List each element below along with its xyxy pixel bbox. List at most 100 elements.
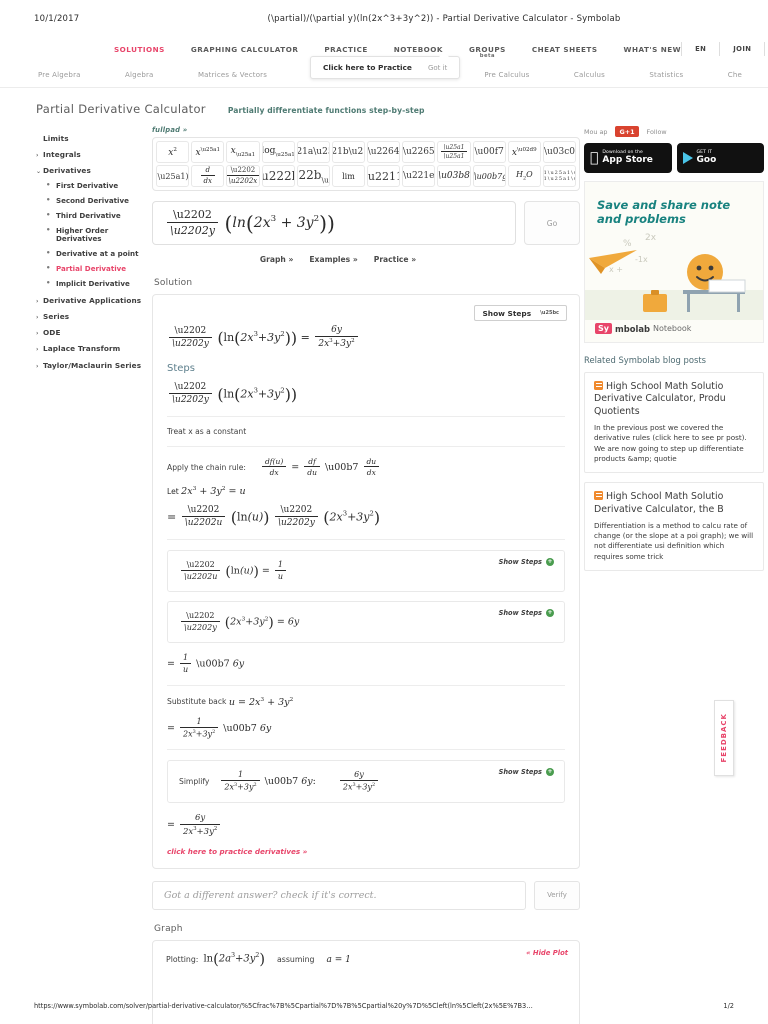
social-left-label: Mou ap [584, 127, 608, 136]
google-plus-button[interactable]: G+1 [615, 126, 639, 137]
link-practice[interactable]: Practice » [374, 255, 416, 264]
sidebar-item-limits[interactable]: Limits [36, 130, 148, 146]
blog-post-card[interactable]: High School Math Solutio Derivative Calc… [584, 482, 764, 571]
key-x-power[interactable]: x\u25a1 [191, 141, 225, 163]
plus-icon: + [546, 768, 554, 777]
substep-show-steps-link[interactable]: Show Steps + [499, 558, 554, 567]
feedback-tab[interactable]: FEEDBACK [714, 700, 734, 776]
subnav-statistics[interactable]: Statistics [649, 71, 683, 79]
practice-derivatives-link[interactable]: click here to practice derivatives » [167, 847, 565, 856]
sidebar-item-third-derivative[interactable]: Third Derivative [36, 209, 148, 224]
substep-show-steps-link[interactable]: Show Steps + [499, 609, 554, 618]
topic-sidebar: Limits ›Integrals ⌄Derivatives First Der… [36, 126, 148, 1024]
input-expression-display: \u2202 \u2202y (ln(2x3 + 3y2)) [165, 208, 335, 238]
go-button[interactable]: Go [524, 201, 580, 245]
caret-icon: › [36, 314, 39, 322]
blog-post-card[interactable]: High School Math Solutio Derivative Calc… [584, 372, 764, 474]
subnav-chemistry[interactable]: Che [728, 71, 742, 79]
right-sidebar: Mou ap G+1 Follow  Download on the App … [580, 126, 764, 1024]
sidebar-item-derivative-applications[interactable]: › Derivative Applications [36, 292, 148, 308]
blog-post-icon [594, 381, 603, 390]
assuming-label: assuming [277, 955, 315, 965]
sign-in-button[interactable]: SIGN [764, 42, 768, 56]
subnav-calculus[interactable]: Calculus [574, 71, 605, 79]
key-summation[interactable]: \u2211 [367, 165, 401, 187]
substep-2-equation: \u2202 \u2202y (2x3+3y2) = 6y [179, 611, 553, 633]
key-theta[interactable]: \u03b8 [437, 165, 471, 187]
key-fraction[interactable]: \u25a1 \u25a1 [437, 141, 471, 163]
sidebar-item-series[interactable]: › Series [36, 309, 148, 325]
sidebar-item-integrals[interactable]: › Integrals [36, 146, 148, 162]
step-product-line: = 1u \u00b7 6y [167, 653, 245, 675]
subnav-matrices-vectors[interactable]: Matrices & Vectors [198, 71, 267, 79]
key-divide[interactable]: \u00f7 [472, 141, 506, 163]
sidebar-item-laplace-transform[interactable]: › Laplace Transform [36, 341, 148, 357]
nav-graphing-calculator[interactable]: GRAPHING CALCULATOR [191, 45, 299, 54]
app-store-badge[interactable]:  Download on the App Store [584, 143, 672, 173]
key-pi[interactable]: \u03c0 [542, 141, 577, 163]
sidebar-item-first-derivative[interactable]: First Derivative [36, 179, 148, 194]
sidebar-item-higher-order-derivatives[interactable]: Higher Order Derivatives [36, 224, 148, 248]
nav-practice[interactable]: PRACTICE [324, 45, 367, 54]
show-steps-dropdown[interactable]: Show Steps \u25bc [474, 305, 567, 321]
follow-label[interactable]: Follow [647, 128, 667, 136]
key-matrix[interactable]: \u25a1\u25a1\u25a1\u25a1\u25a1\u25a1 [542, 165, 577, 187]
let-u-display: Let 2x3 + 3y2 = u [167, 485, 246, 497]
subnav-pre-calculus[interactable]: Pre Calculus [484, 71, 529, 79]
step-let-u: Let 2x3 + 3y2 = u [167, 486, 565, 497]
step-final-line: = 6y 2x3+3y2 [167, 813, 565, 837]
nav-solutions[interactable]: SOLUTIONS [114, 45, 165, 54]
tooltip-dismiss-button[interactable]: Got it [428, 64, 447, 72]
nav-groups[interactable]: GROUPS beta [469, 45, 506, 59]
key-x-squared[interactable]: x2 [156, 141, 190, 163]
sidebar-item-taylor-maclaurin-series[interactable]: › Taylor/Maclaurin Series [36, 357, 148, 373]
notebook-promo-banner[interactable]: Save and share note and problems % 2x -1… [584, 181, 764, 343]
plotting-label: Plotting: [166, 955, 199, 965]
key-chemistry-h2o[interactable]: H2O [507, 165, 541, 187]
key-square-root[interactable]: \u221a\u25a1 [296, 141, 330, 163]
sidebar-item-derivatives[interactable]: ⌄ Derivatives [36, 162, 148, 178]
verify-button[interactable]: Verify [534, 880, 580, 910]
key-less-equal[interactable]: \u2264 [367, 141, 401, 163]
sidebar-item-second-derivative[interactable]: Second Derivative [36, 194, 148, 209]
math-expression-input[interactable]: \u2202 \u2202y (ln(2x3 + 3y2)) [152, 201, 516, 245]
link-graph[interactable]: Graph » [260, 255, 294, 264]
key-x-prime[interactable]: x\u02d9 [507, 141, 541, 163]
nav-whats-new[interactable]: WHAT'S NEW [624, 45, 682, 54]
subnav-algebra[interactable]: Algebra [125, 71, 154, 79]
sidebar-item-derivative-at-a-point[interactable]: Derivative at a point [36, 247, 148, 262]
key-log-base[interactable]: log\u25a1 [261, 141, 295, 163]
key-infinity[interactable]: \u221e [402, 165, 436, 187]
caret-icon: › [36, 346, 39, 354]
substep-show-steps-link[interactable]: Show Steps + [499, 768, 554, 777]
link-examples[interactable]: Examples » [309, 255, 357, 264]
key-function-composition[interactable]: (f\u00b7g) [472, 165, 506, 187]
key-d-dx[interactable]: d dx [191, 165, 225, 187]
print-header: 10/1/2017 (\partial)/(\partial y)(ln(2x^… [0, 0, 768, 32]
key-x-subscript[interactable]: x\u25a1 [226, 141, 260, 163]
key-greater-equal[interactable]: \u2265 [402, 141, 436, 163]
key-partial-dx[interactable]: \u2202 \u2202x [226, 165, 260, 187]
key-nth-root[interactable]: \u221b\u25a1 [331, 141, 366, 163]
key-definite-integral[interactable]: \u222b\u25a1 [296, 165, 330, 187]
subnav-pre-algebra[interactable]: Pre Algebra [38, 71, 81, 79]
verify-answer-input[interactable]: Got a different answer? check if it's co… [152, 880, 526, 910]
divider [167, 749, 565, 751]
join-button[interactable]: JOIN [719, 42, 764, 56]
sidebar-item-partial-derivative[interactable]: Partial Derivative [36, 262, 148, 277]
key-integral[interactable]: \u222b [261, 165, 295, 187]
simplify-row: Simplify 1 2x3+3y2 \u00b7 6y: 6y 2x3+3y2 [179, 770, 553, 793]
key-limit[interactable]: lim [331, 165, 366, 187]
sidebar-item-ode[interactable]: › ODE [36, 325, 148, 341]
key-derivative-prime[interactable]: (\u25a1)' [156, 165, 190, 187]
fullpad-toggle[interactable]: fullpad » [152, 126, 580, 134]
hide-plot-link[interactable]: « Hide Plot [526, 949, 568, 957]
sidebar-item-implicit-derivative[interactable]: Implicit Derivative [36, 277, 148, 292]
promo-notebook-label: Notebook [652, 324, 692, 333]
google-play-badge[interactable]: GET IT Goo [676, 143, 764, 173]
language-selector[interactable]: EN [681, 42, 719, 56]
substep-1-equation: \u2202 \u2202u (ln(u)) = 1u [179, 560, 553, 582]
page-subtitle: Partially differentiate functions step-b… [227, 106, 425, 115]
nav-notebook[interactable]: NOTEBOOK [394, 45, 443, 54]
nav-cheat-sheets[interactable]: CHEAT SHEETS [532, 45, 598, 54]
